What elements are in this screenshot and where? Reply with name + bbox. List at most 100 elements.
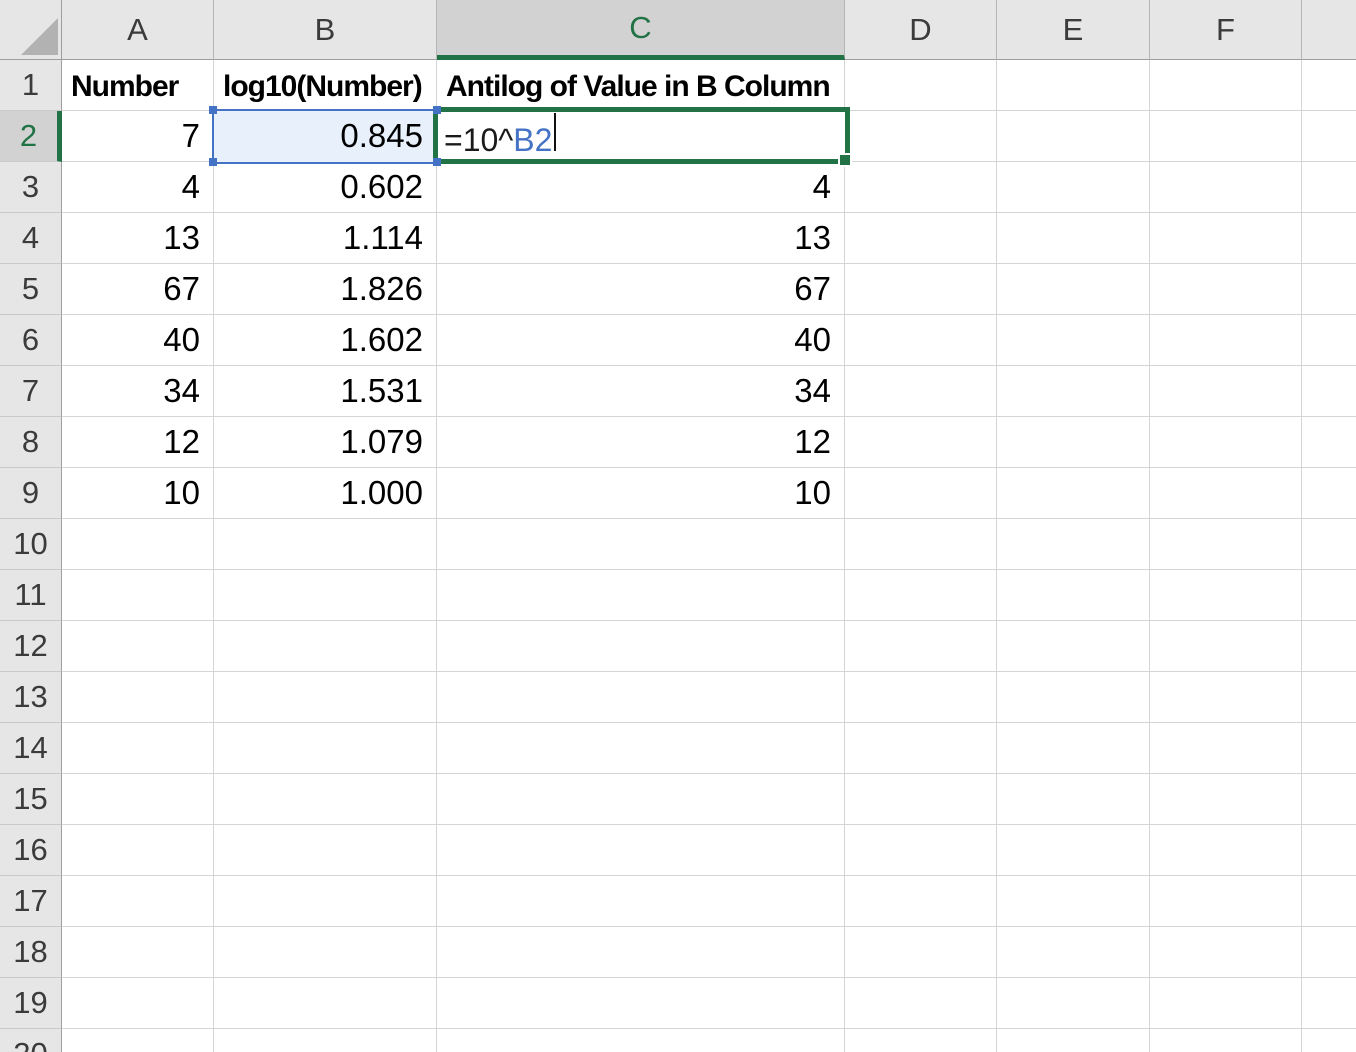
cell-G15[interactable]: [1302, 774, 1356, 825]
cell-G17[interactable]: [1302, 876, 1356, 927]
cell-G1[interactable]: [1302, 60, 1356, 111]
cell-E4[interactable]: [997, 213, 1150, 264]
row-header-20[interactable]: 20: [0, 1029, 62, 1052]
row-header-16[interactable]: 16: [0, 825, 62, 876]
cell-C1[interactable]: Antilog of Value in B Column: [437, 60, 845, 111]
cell-A11[interactable]: [62, 570, 214, 621]
cell-G16[interactable]: [1302, 825, 1356, 876]
cell-F6[interactable]: [1150, 315, 1302, 366]
cell-C7[interactable]: 34: [437, 366, 845, 417]
cell-B19[interactable]: [214, 978, 437, 1029]
cell-F20[interactable]: [1150, 1029, 1302, 1052]
column-header-B[interactable]: B: [214, 0, 437, 60]
cell-D14[interactable]: [845, 723, 997, 774]
cell-C14[interactable]: [437, 723, 845, 774]
row-header-9[interactable]: 9: [0, 468, 62, 519]
cell-A19[interactable]: [62, 978, 214, 1029]
cell-D15[interactable]: [845, 774, 997, 825]
cell-A9[interactable]: 10: [62, 468, 214, 519]
row-header-5[interactable]: 5: [0, 264, 62, 315]
cell-E2[interactable]: [997, 111, 1150, 162]
cell-E1[interactable]: [997, 60, 1150, 111]
row-header-2[interactable]: 2: [0, 111, 62, 162]
cell-G3[interactable]: [1302, 162, 1356, 213]
cell-G18[interactable]: [1302, 927, 1356, 978]
cell-F9[interactable]: [1150, 468, 1302, 519]
fill-handle[interactable]: [838, 153, 852, 167]
cell-F10[interactable]: [1150, 519, 1302, 570]
cell-E20[interactable]: [997, 1029, 1150, 1052]
cell-A8[interactable]: 12: [62, 417, 214, 468]
cell-B1[interactable]: log10(Number): [214, 60, 437, 111]
cell-A10[interactable]: [62, 519, 214, 570]
cell-D11[interactable]: [845, 570, 997, 621]
cell-A4[interactable]: 13: [62, 213, 214, 264]
cell-C12[interactable]: [437, 621, 845, 672]
cell-A6[interactable]: 40: [62, 315, 214, 366]
cell-B20[interactable]: [214, 1029, 437, 1052]
cell-E3[interactable]: [997, 162, 1150, 213]
cell-G11[interactable]: [1302, 570, 1356, 621]
column-header-E[interactable]: E: [997, 0, 1150, 60]
row-header-4[interactable]: 4: [0, 213, 62, 264]
cell-A18[interactable]: [62, 927, 214, 978]
cell-G19[interactable]: [1302, 978, 1356, 1029]
cell-C17[interactable]: [437, 876, 845, 927]
cell-F14[interactable]: [1150, 723, 1302, 774]
cell-G10[interactable]: [1302, 519, 1356, 570]
cell-D7[interactable]: [845, 366, 997, 417]
cell-B7[interactable]: 1.531: [214, 366, 437, 417]
cell-F1[interactable]: [1150, 60, 1302, 111]
select-all-corner[interactable]: [0, 0, 62, 60]
cell-E17[interactable]: [997, 876, 1150, 927]
cell-D17[interactable]: [845, 876, 997, 927]
row-header-8[interactable]: 8: [0, 417, 62, 468]
cell-F7[interactable]: [1150, 366, 1302, 417]
cell-C18[interactable]: [437, 927, 845, 978]
cell-A17[interactable]: [62, 876, 214, 927]
cell-B17[interactable]: [214, 876, 437, 927]
cell-A15[interactable]: [62, 774, 214, 825]
cell-F8[interactable]: [1150, 417, 1302, 468]
cell-C5[interactable]: 67: [437, 264, 845, 315]
cell-G6[interactable]: [1302, 315, 1356, 366]
cell-B5[interactable]: 1.826: [214, 264, 437, 315]
cell-C13[interactable]: [437, 672, 845, 723]
cell-E9[interactable]: [997, 468, 1150, 519]
cell-B15[interactable]: [214, 774, 437, 825]
row-header-6[interactable]: 6: [0, 315, 62, 366]
cell-F13[interactable]: [1150, 672, 1302, 723]
cell-F12[interactable]: [1150, 621, 1302, 672]
cell-D19[interactable]: [845, 978, 997, 1029]
cell-B14[interactable]: [214, 723, 437, 774]
row-header-1[interactable]: 1: [0, 60, 62, 111]
cell-C15[interactable]: [437, 774, 845, 825]
cell-E19[interactable]: [997, 978, 1150, 1029]
cell-G14[interactable]: [1302, 723, 1356, 774]
cell-G5[interactable]: [1302, 264, 1356, 315]
cell-B11[interactable]: [214, 570, 437, 621]
cell-B10[interactable]: [214, 519, 437, 570]
cell-G13[interactable]: [1302, 672, 1356, 723]
column-header-D[interactable]: D: [845, 0, 997, 60]
cell-C16[interactable]: [437, 825, 845, 876]
cell-A1[interactable]: Number: [62, 60, 214, 111]
row-header-19[interactable]: 19: [0, 978, 62, 1029]
cell-G12[interactable]: [1302, 621, 1356, 672]
cell-D3[interactable]: [845, 162, 997, 213]
cell-E18[interactable]: [997, 927, 1150, 978]
cell-B8[interactable]: 1.079: [214, 417, 437, 468]
cell-G9[interactable]: [1302, 468, 1356, 519]
cell-D13[interactable]: [845, 672, 997, 723]
cell-B12[interactable]: [214, 621, 437, 672]
cell-C20[interactable]: [437, 1029, 845, 1052]
row-header-18[interactable]: 18: [0, 927, 62, 978]
cell-E6[interactable]: [997, 315, 1150, 366]
cell-C6[interactable]: 40: [437, 315, 845, 366]
cell-F4[interactable]: [1150, 213, 1302, 264]
cell-C10[interactable]: [437, 519, 845, 570]
cell-G7[interactable]: [1302, 366, 1356, 417]
column-header-A[interactable]: A: [62, 0, 214, 60]
cell-A5[interactable]: 67: [62, 264, 214, 315]
cell-A7[interactable]: 34: [62, 366, 214, 417]
